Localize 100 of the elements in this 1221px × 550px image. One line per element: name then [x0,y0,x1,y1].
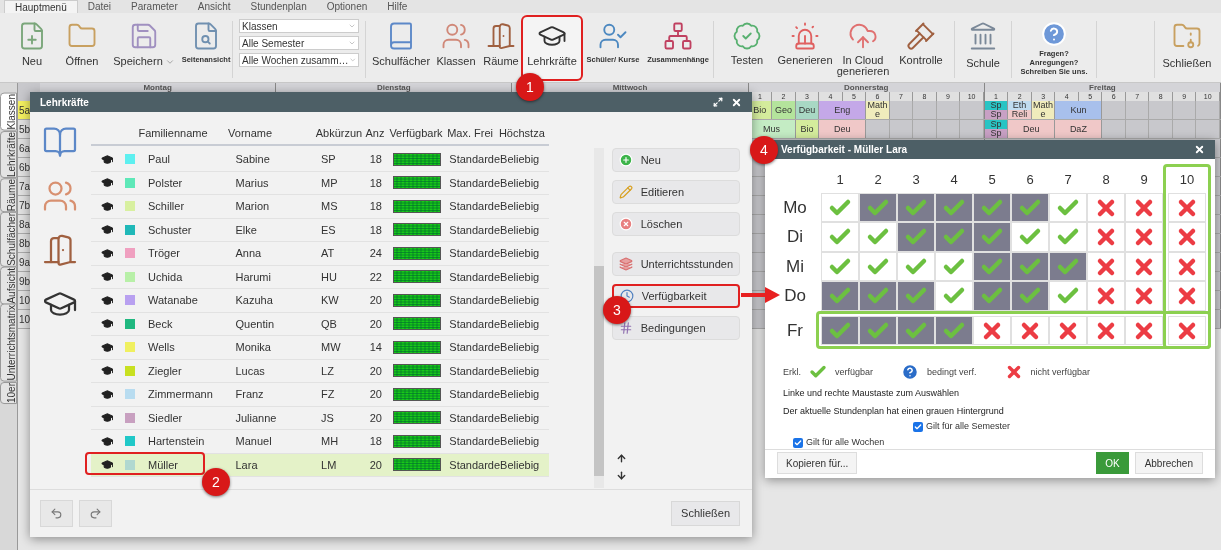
availability-cell[interactable] [935,315,973,346]
availability-cell[interactable] [1049,251,1087,282]
availability-cell[interactable] [897,192,935,223]
availability-cell[interactable] [1087,281,1125,311]
availability-cell[interactable] [897,315,935,346]
column-header[interactable]: Anz [365,124,390,141]
availability-cell[interactable] [1125,281,1163,311]
availability-cell[interactable] [1049,222,1087,252]
availability-cell[interactable] [1125,251,1163,282]
availability-cell[interactable] [973,251,1011,282]
column-header[interactable]: Max. Frei [447,124,499,141]
lesson-cell[interactable]: Bio [795,120,820,138]
availability-cell[interactable] [897,281,935,311]
lesson-cell[interactable]: Sp Sp [984,120,1009,138]
availability-cell[interactable] [973,192,1011,223]
table-row[interactable]: Hartenstein Manuel MH 18 StandardeBeliebig [90,430,549,454]
availability-cell[interactable] [935,222,973,252]
menu-tab[interactable]: Datei [77,0,122,13]
table-row[interactable]: Polster Marius MP 18 StandardeBeliebig [90,171,549,195]
menu-tab[interactable]: Hauptmenü [4,0,78,13]
school-button[interactable]: Schule [957,17,1009,72]
availability-cell[interactable] [859,315,897,346]
close-icon[interactable] [1194,143,1205,155]
availability-cell[interactable] [821,192,859,223]
lesson-cell[interactable]: Mathe [1031,101,1056,119]
side-tab[interactable]: Schulfächer [0,211,17,267]
availability-cell[interactable] [859,192,897,223]
menu-tab[interactable]: Ansicht [187,0,241,13]
availability-cell[interactable] [1011,222,1049,252]
table-row[interactable]: Beck Quentin QB 20 StandardeBeliebig [90,312,549,336]
test-button[interactable]: Testen [720,17,774,77]
availability-cell[interactable] [1125,222,1163,252]
close-icon[interactable] [731,96,742,108]
table-row[interactable]: Schuster Elke ES 18 StandardeBeliebig [90,218,549,242]
availability-cell[interactable] [1011,281,1049,311]
new-file-button[interactable]: Neu [8,17,56,79]
action-button[interactable]: Unterrichtsstunden [611,252,740,276]
availability-cell[interactable] [821,281,859,311]
availability-cell[interactable] [1125,315,1163,346]
availability-cell[interactable] [1125,192,1163,223]
availability-cell[interactable] [1049,192,1087,223]
action-button[interactable]: Bedingungen [611,316,740,340]
action-button[interactable]: Löschen [611,212,740,236]
lesson-cell[interactable]: Deu [795,101,820,119]
option-checkbox[interactable]: Gilt für alle Wochen [765,435,1215,450]
availability-cell[interactable] [1168,192,1206,223]
side-tab[interactable]: Klassen [0,93,17,131]
table-row[interactable]: Siedler Julianne JS 20 StandardeBeliebig [90,406,549,430]
lesson-cell[interactable]: Deu [1008,120,1056,138]
column-header[interactable]: Höchstza [498,124,549,141]
undo-button[interactable] [40,500,73,527]
move-up-icon[interactable] [615,453,627,464]
lesson-cell[interactable]: Geo [772,101,796,119]
side-tab[interactable]: 10er [0,381,17,404]
availability-cell[interactable] [821,222,859,252]
availability-cell[interactable] [1168,222,1206,252]
redo-button[interactable] [79,500,112,527]
table-row[interactable]: Uchida Harumi HU 22 StandardeBeliebig [90,265,549,289]
lesson-cell[interactable]: Deu [819,120,867,138]
availability-cell[interactable] [935,192,973,223]
action-button[interactable]: Neu [611,148,740,172]
table-row[interactable]: Paul Sabine SP 18 StandardeBeliebig [90,148,549,172]
column-header[interactable]: Abkürzun [315,124,366,141]
teachers-button[interactable]: Lehrkräfte [523,17,581,79]
action-button[interactable]: Editieren [611,180,740,204]
lesson-cell[interactable]: Eth Reli [1008,101,1032,119]
open-folder-button[interactable]: Öffnen [58,17,106,79]
door-icon[interactable] [42,232,79,268]
subjects-button[interactable]: Schulfächer [370,17,432,79]
availability-cell[interactable] [1087,222,1125,252]
availability-cell[interactable] [1011,192,1049,223]
availability-cell[interactable] [1011,315,1049,346]
availability-cell[interactable] [1168,315,1206,346]
table-row[interactable]: Watanabe Kazuha KW 20 StandardeBeliebig [90,289,549,313]
copy-button[interactable]: Kopieren für... [777,452,858,475]
availability-cell[interactable] [821,251,859,282]
classes-button[interactable]: Klassen [433,17,479,79]
cloud-generate-button[interactable]: In Cloud generieren [836,17,890,77]
availability-cell[interactable] [859,251,897,282]
availability-cell[interactable] [935,251,973,282]
menu-tab[interactable]: Parameter [121,0,188,13]
availability-cell[interactable] [1087,192,1125,223]
lesson-cell[interactable]: Eng [819,101,867,119]
availability-cell[interactable] [1049,281,1087,311]
close-button[interactable]: Schließen [671,501,740,526]
menu-tab[interactable]: Hilfe [377,0,418,13]
side-tab[interactable]: Unterrichtsmatrix [0,304,17,382]
column-header[interactable]: Vorname [228,124,316,141]
lesson-cell[interactable]: DaZ [1055,120,1103,138]
availability-cell[interactable] [1011,251,1049,282]
lesson-cell[interactable]: Mathe [866,101,890,119]
table-row[interactable]: Zimmermann Franz FZ 20 StandardeBeliebig [90,383,549,407]
maximize-icon[interactable] [713,96,723,107]
side-tab[interactable]: Räume [0,177,17,212]
close-button[interactable]: Schließen [1157,17,1217,72]
column-header[interactable]: Familienname [138,124,229,141]
menu-tab[interactable]: Stundenplan [240,0,317,13]
menu-tab[interactable]: Optionen [316,0,378,13]
ok-button[interactable]: OK [1096,452,1129,475]
availability-cell[interactable] [859,222,897,252]
